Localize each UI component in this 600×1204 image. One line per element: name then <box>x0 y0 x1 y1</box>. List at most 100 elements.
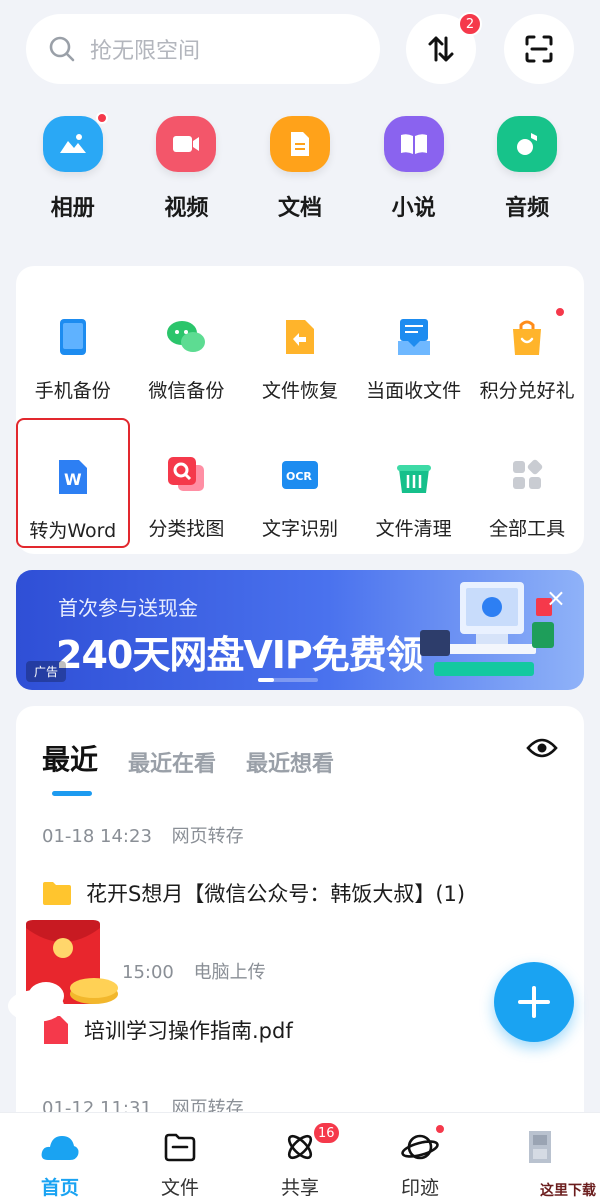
tool-label: 微信备份 <box>148 380 225 402</box>
tool-all-tools[interactable]: 全部工具 <box>470 418 584 548</box>
gift-bag-icon <box>504 314 550 360</box>
nav-home[interactable]: 首页 <box>0 1113 120 1204</box>
tool-image-classify[interactable]: 分类找图 <box>130 418 244 548</box>
transfer-button[interactable]: 2 <box>406 12 482 84</box>
word-icon: W <box>50 454 96 500</box>
nav-label: 首页 <box>40 1177 79 1199</box>
recent-date: 01-18 14:23 <box>42 826 152 847</box>
tool-label: 手机备份 <box>34 380 111 402</box>
tool-label: 全部工具 <box>489 518 566 540</box>
transfer-badge: 2 <box>458 12 482 36</box>
transfer-arrows-icon <box>428 36 454 62</box>
tools-card: 手机备份 微信备份 文件恢复 当面收文件 积分兑好礼 W 转为Word 分类找图… <box>16 266 584 554</box>
category-row: 相册 视频 文档 小说 音频 <box>16 112 584 226</box>
category-video[interactable]: 视频 <box>130 116 244 226</box>
recent-source: 电脑上传 <box>193 962 266 983</box>
music-icon <box>497 116 558 172</box>
tool-receive-file[interactable]: 当面收文件 <box>357 280 471 410</box>
computer-illustration <box>420 582 554 676</box>
nav-share[interactable]: 16 共享 <box>240 1113 360 1204</box>
video-icon <box>156 116 217 172</box>
category-label: 音频 <box>505 196 550 221</box>
nav-label: 印迹 <box>400 1177 439 1199</box>
tool-label: 当面收文件 <box>366 380 462 402</box>
cloud-home-icon <box>40 1129 80 1165</box>
notification-dot <box>434 1123 446 1135</box>
notification-dot <box>554 306 567 318</box>
planet-icon <box>400 1129 440 1165</box>
red-envelope-promo[interactable] <box>6 916 126 1026</box>
red-envelope-icon <box>8 920 118 1022</box>
document-icon <box>269 116 330 172</box>
tool-file-clean[interactable]: 文件清理 <box>357 418 471 548</box>
add-button[interactable] <box>494 962 574 1042</box>
tool-wechat-backup[interactable]: 微信备份 <box>130 280 244 410</box>
phone-icon <box>50 314 96 360</box>
tool-label: 文件清理 <box>375 518 452 540</box>
recent-tabs: 最近 最近在看 最近想看 <box>42 738 364 796</box>
folder-icon <box>164 1129 196 1165</box>
top-bar: 抢无限空间 2 <box>0 0 600 100</box>
banner-close-button[interactable]: × <box>546 584 566 612</box>
wechat-icon <box>163 314 209 360</box>
tool-ocr[interactable]: OCR 文字识别 <box>243 418 357 548</box>
category-label: 相册 <box>50 196 95 221</box>
bottom-nav: 首页 文件 16 共享 印迹 这里下载 <box>0 1112 600 1204</box>
tools-row-2: W 转为Word 分类找图 OCR 文字识别 文件清理 全部工具 <box>16 418 584 548</box>
receive-file-icon <box>391 314 437 360</box>
tool-label: 文字识别 <box>261 518 338 540</box>
tool-file-restore[interactable]: 文件恢复 <box>243 280 357 410</box>
nav-footprint[interactable]: 印迹 <box>360 1113 480 1204</box>
photo-icon <box>42 116 103 172</box>
plus-icon <box>518 986 550 1018</box>
category-label: 小说 <box>391 196 436 221</box>
tool-points-gift[interactable]: 积分兑好礼 <box>470 280 584 410</box>
svg-text:W: W <box>64 470 82 489</box>
scan-button[interactable] <box>504 14 574 84</box>
search-icon <box>49 36 75 62</box>
banner-title: 240天网盘VIP免费领 <box>56 633 424 677</box>
search-bar[interactable]: 抢无限空间 <box>26 14 380 84</box>
tool-phone-backup[interactable]: 手机备份 <box>16 280 130 410</box>
basket-clean-icon <box>391 452 437 498</box>
tab-recently-viewed[interactable]: 最近在看 <box>128 746 216 778</box>
nav-files[interactable]: 文件 <box>120 1113 240 1204</box>
banner-indicator <box>258 678 318 682</box>
share-badge: 16 <box>312 1121 341 1145</box>
nav-label: 共享 <box>280 1177 319 1199</box>
category-novels[interactable]: 小说 <box>357 116 471 226</box>
recent-file-item[interactable]: 花开S想月【微信公众号：韩饭大叔】(1) <box>42 878 465 908</box>
book-icon <box>383 116 444 172</box>
search-placeholder: 抢无限空间 <box>90 39 201 64</box>
recent-date: 15:00 <box>122 962 174 983</box>
category-audio[interactable]: 音频 <box>470 116 584 226</box>
file-restore-icon <box>277 314 323 360</box>
grid-icon <box>504 452 550 498</box>
tool-label: 转为Word <box>29 520 117 542</box>
tool-label: 文件恢复 <box>261 380 338 402</box>
folder-icon <box>43 882 71 905</box>
tab-want-to-view[interactable]: 最近想看 <box>246 746 334 778</box>
file-name: 花开S想月【微信公众号：韩饭大叔】(1) <box>86 882 466 906</box>
nav-label: 文件 <box>160 1177 199 1199</box>
tool-convert-word[interactable]: W 转为Word <box>16 418 130 548</box>
ad-label: 广告 <box>26 661 67 682</box>
watermark: 这里下载 <box>540 1183 596 1199</box>
tool-label: 分类找图 <box>148 518 225 540</box>
category-photos[interactable]: 相册 <box>16 112 130 226</box>
tool-label: 积分兑好礼 <box>479 380 575 402</box>
avatar <box>525 1129 555 1165</box>
recent-meta: 01-18 14:23 网页转存 <box>42 822 465 848</box>
recent-source: 网页转存 <box>171 826 244 847</box>
ocr-icon-text: OCR <box>286 470 312 483</box>
scan-icon <box>525 35 553 63</box>
promo-banner[interactable]: 首次参与送现金 240天网盘VIP免费领 × 广告 <box>16 570 584 690</box>
recent-group: 01-18 14:23 网页转存 花开S想月【微信公众号：韩饭大叔】(1) <box>42 822 465 908</box>
category-label: 文档 <box>277 196 322 221</box>
eye-icon[interactable] <box>526 736 558 760</box>
ocr-icon: OCR <box>277 452 323 498</box>
tab-recent[interactable]: 最近 <box>42 738 98 796</box>
notification-dot <box>96 112 108 124</box>
category-documents[interactable]: 文档 <box>243 116 357 226</box>
category-label: 视频 <box>164 196 209 221</box>
